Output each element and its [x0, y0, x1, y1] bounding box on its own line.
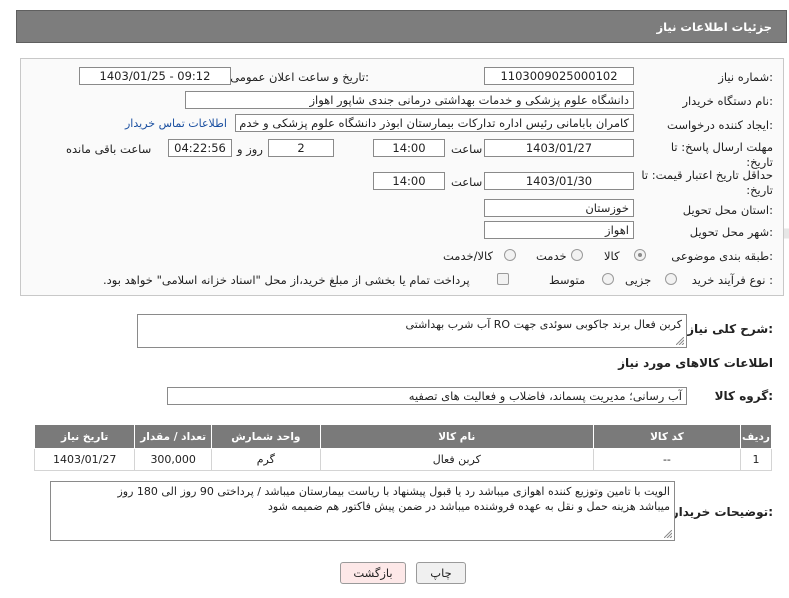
goods-group-label: گروه کالا:	[714, 389, 773, 403]
creator-label: ایجاد کننده درخواست:	[667, 118, 773, 132]
summary-label: شرح کلی نیاز:	[687, 322, 773, 336]
cell-unit: گرم	[210, 448, 321, 471]
col-row: ردیف	[739, 424, 773, 449]
resize-grip-icon[interactable]	[676, 337, 684, 345]
remaining-time-field: 04:22:56	[168, 139, 232, 157]
buyer-notes-textarea[interactable]: الویت با تامین وتوزیع کننده اهوازی میباش…	[50, 481, 675, 541]
treasury-payment-checkbox[interactable]	[497, 273, 509, 285]
page-title: جزئیات اطلاعات نیاز	[656, 20, 772, 34]
deadline-time-label: ساعت	[451, 142, 483, 156]
goods-group-field: آب رسانی؛ مدیریت پسماند، فاضلاب و فعالیت…	[167, 387, 687, 405]
need-number-label: شماره نیاز:	[718, 70, 773, 84]
validity-date-field: 1403/01/30	[484, 172, 634, 190]
announce-field: 1403/01/25 - 09:12	[79, 67, 231, 85]
cell-item-name: کربن فعال	[319, 448, 594, 471]
resize-grip-icon[interactable]	[664, 530, 672, 538]
city-field: اهواز	[484, 221, 634, 239]
creator-field: کامران بابامانی رئیس اداره تدارکات بیمار…	[235, 114, 634, 132]
summary-text: کربن فعال برند جاکوبی سوئدی جهت RO آب شر…	[405, 318, 682, 331]
cell-row: 1	[739, 448, 773, 471]
buyer-contact-link[interactable]: اطلاعات تماس خریدار	[125, 117, 227, 130]
announce-label: تاریخ و ساعت اعلان عمومی:	[230, 70, 369, 84]
days-field: 2	[268, 139, 334, 157]
col-item-name: نام کالا	[319, 424, 594, 449]
buyer-notes-line-2: میباشد هزینه حمل و نقل به عهده فروشنده م…	[268, 500, 670, 513]
buyer-org-label: نام دستگاه خریدار:	[682, 94, 773, 108]
category-goods-radio[interactable]	[634, 249, 646, 261]
table-header-row: تاریخ نیاز تعداد / مقدار واحد شمارش نام …	[33, 424, 773, 449]
category-goods-service-radio[interactable]	[504, 249, 516, 261]
category-service-label: خدمت	[536, 249, 567, 263]
category-goods-service-label: کالا/خدمت	[443, 249, 494, 263]
table-row: 1403/01/27 300,000 گرم کربن فعال -- 1	[33, 448, 773, 471]
city-label: شهر محل تحویل:	[689, 225, 773, 239]
process-partial-radio[interactable]	[665, 273, 677, 285]
process-label: نوع فرآیند خرید :	[691, 273, 773, 287]
col-need-date: تاریخ نیاز	[33, 424, 136, 449]
process-partial-label: جزیی	[625, 273, 652, 287]
validity-time-field: 14:00	[373, 172, 445, 190]
page: جزئیات اطلاعات نیاز AriaTender.neT شماره…	[0, 0, 789, 598]
goods-section-title: اطلاعات کالاهای مورد نیاز	[618, 356, 773, 370]
buyer-notes-label: توضیحات خریدار:	[671, 505, 773, 519]
col-quantity: تعداد / مقدار	[134, 424, 212, 449]
col-unit: واحد شمارش	[210, 424, 321, 449]
page-header: جزئیات اطلاعات نیاز	[16, 10, 787, 43]
process-medium-label: متوسط	[549, 273, 586, 287]
need-number-field: 1103009025000102	[484, 67, 634, 85]
col-item-code: کد کالا	[592, 424, 741, 449]
summary-textarea[interactable]: کربن فعال برند جاکوبی سوئدی جهت RO آب شر…	[137, 314, 687, 348]
deadline-time-field: 14:00	[373, 139, 445, 157]
cell-item-code: --	[592, 448, 741, 471]
cell-quantity: 300,000	[134, 448, 212, 471]
remaining-label: ساعت باقی مانده	[66, 142, 152, 156]
treasury-payment-label: پرداخت تمام یا بخشی از مبلغ خرید،از محل …	[103, 273, 470, 287]
deadline-label: مهلت ارسال پاسخ: تا تاریخ:	[670, 140, 773, 169]
buyer-org-field: دانشگاه علوم پزشکی و خدمات بهداشتی درمان…	[185, 91, 634, 109]
buyer-notes-line-1: الویت با تامین وتوزیع کننده اهوازی میباش…	[117, 485, 670, 498]
deadline-date-field: 1403/01/27	[484, 139, 634, 157]
category-goods-label: کالا	[604, 249, 620, 263]
validity-label: حداقل تاریخ اعتبار قیمت: تا تاریخ:	[641, 168, 773, 197]
print-button[interactable]: چاپ	[416, 562, 466, 584]
back-button[interactable]: بازگشت	[340, 562, 406, 584]
validity-time-label: ساعت	[451, 175, 483, 189]
goods-table: تاریخ نیاز تعداد / مقدار واحد شمارش نام …	[33, 424, 773, 471]
province-field: خوزستان	[484, 199, 634, 217]
category-label: طبقه بندی موضوعی:	[671, 249, 773, 263]
days-label: روز و	[237, 142, 263, 156]
cell-need-date: 1403/01/27	[33, 448, 136, 471]
process-medium-radio[interactable]	[602, 273, 614, 285]
category-service-radio[interactable]	[571, 249, 583, 261]
province-label: استان محل تحویل:	[682, 203, 773, 217]
